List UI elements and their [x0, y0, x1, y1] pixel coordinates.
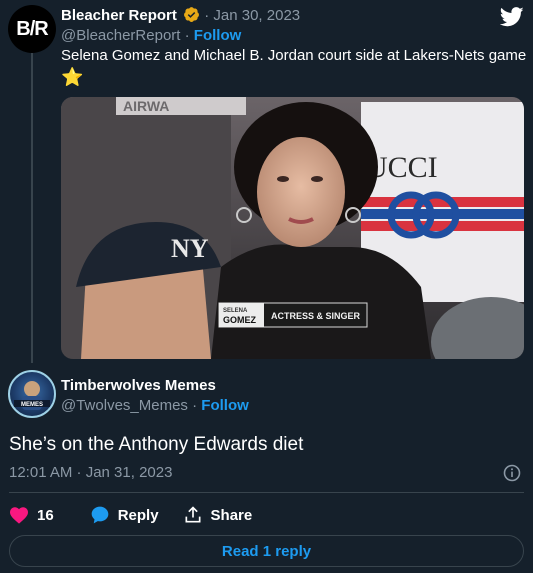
reply-button[interactable]: Reply — [90, 505, 159, 525]
share-icon — [185, 506, 201, 523]
reply-subheader: @Twolves_Memes · Follow — [61, 396, 249, 416]
caption-title: ACTRESS & SINGER — [271, 311, 361, 321]
svg-text:NY: NY — [171, 234, 209, 263]
reply-author-name[interactable]: Timberwolves Memes — [61, 376, 216, 396]
like-button[interactable]: 16 — [9, 506, 54, 524]
info-icon[interactable] — [503, 464, 521, 487]
bleacher-report-avatar[interactable]: B/R — [8, 5, 56, 53]
reply-text: She’s on the Anthony Edwards diet — [9, 434, 304, 455]
tweet-text: Selena Gomez and Michael B. Jordan court… — [61, 47, 527, 64]
reply-follow-separator: · — [192, 397, 202, 414]
timberwolves-memes-avatar[interactable]: MEMES — [8, 370, 56, 418]
svg-text:MEMES: MEMES — [21, 402, 43, 408]
tweet-media-image[interactable]: AIRWA UCCI NY SELENA GOMEZ ACTRESS & SIN… — [61, 97, 524, 359]
thread-connector-line — [31, 50, 33, 363]
tweet-subheader: @BleacherReport · Follow — [61, 26, 241, 46]
share-button[interactable]: Share — [183, 505, 253, 525]
caption-name-bottom: GOMEZ — [223, 315, 257, 325]
reply-label: Reply — [117, 506, 159, 524]
share-label: Share — [210, 506, 253, 524]
read-replies-button[interactable]: Read 1 reply — [9, 535, 524, 567]
heart-icon — [10, 507, 28, 524]
follow-separator: · — [184, 27, 194, 44]
star-emoji: ⭐ — [61, 67, 84, 87]
tweet-date[interactable]: Jan 30, 2023 — [213, 7, 300, 24]
like-count: 16 — [37, 506, 54, 524]
author-name[interactable]: Bleacher Report — [61, 7, 177, 24]
action-bar: 16 Reply Share — [9, 504, 252, 526]
twitter-bird-icon[interactable] — [499, 7, 524, 32]
actions-divider — [9, 492, 524, 493]
reply-bubble-icon — [91, 506, 109, 524]
author-handle[interactable]: @BleacherReport — [61, 27, 180, 44]
date-separator: · — [204, 7, 214, 24]
avatar-logo-text: B/R — [16, 17, 48, 40]
reply-follow-button[interactable]: Follow — [201, 397, 249, 414]
caption-name-top: SELENA — [223, 308, 248, 314]
reply-author-handle[interactable]: @Twolves_Memes — [61, 397, 188, 414]
reply-timestamp[interactable]: 12:01 AM · Jan 31, 2023 — [9, 463, 172, 483]
follow-button[interactable]: Follow — [194, 27, 242, 44]
arena-banner-text: AIRWA — [123, 98, 169, 114]
